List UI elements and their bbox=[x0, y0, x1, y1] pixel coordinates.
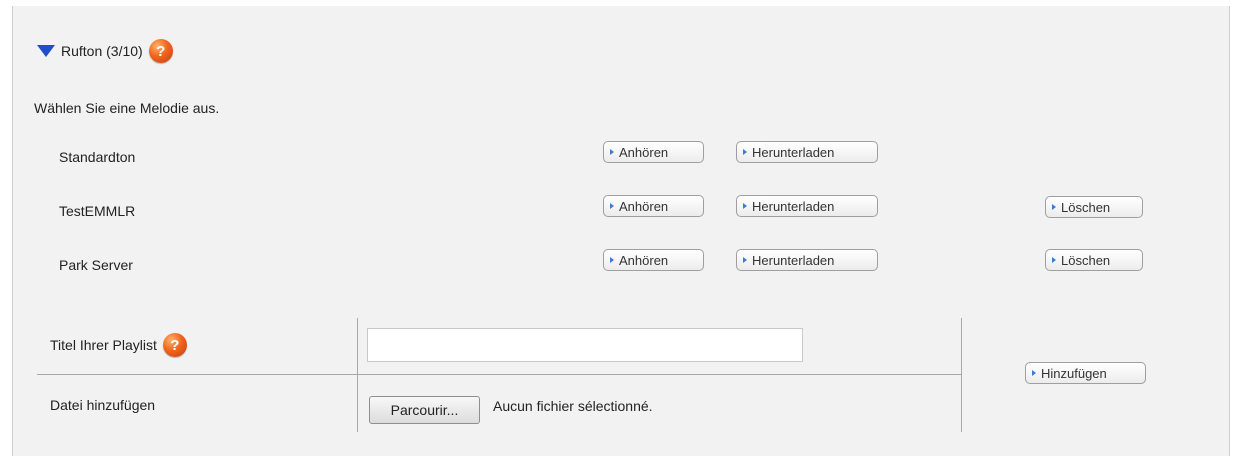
form-divider-right bbox=[961, 318, 962, 432]
ringtone-section-header[interactable]: Rufton (3/10) ? bbox=[37, 36, 173, 66]
download-label: Herunterladen bbox=[752, 144, 835, 160]
help-icon[interactable]: ? bbox=[162, 333, 187, 357]
instruction-text: Wählen Sie eine Melodie aus. bbox=[34, 100, 220, 116]
download-button[interactable]: Herunterladen bbox=[736, 195, 878, 217]
listen-button[interactable]: Anhören bbox=[603, 141, 704, 163]
download-button[interactable]: Herunterladen bbox=[736, 141, 878, 163]
download-label: Herunterladen bbox=[752, 198, 835, 214]
arrow-right-icon bbox=[610, 257, 614, 263]
playlist-title-row: Titel Ihrer Playlist ? bbox=[50, 332, 187, 358]
listen-label: Anhören bbox=[619, 252, 669, 268]
add-file-label: Datei hinzufügen bbox=[50, 397, 156, 413]
download-label: Herunterladen bbox=[752, 252, 835, 268]
listen-label: Anhören bbox=[619, 144, 669, 160]
delete-label: Löschen bbox=[1061, 252, 1111, 268]
arrow-right-icon bbox=[743, 257, 747, 263]
add-button[interactable]: Hinzufügen bbox=[1025, 362, 1146, 384]
form-divider-left bbox=[357, 318, 358, 432]
form-divider-horizontal bbox=[37, 374, 961, 375]
arrow-right-icon bbox=[610, 203, 614, 209]
section-title: Rufton (3/10) bbox=[61, 43, 143, 59]
listen-label: Anhören bbox=[619, 198, 669, 214]
no-file-selected-text: Aucun fichier sélectionné. bbox=[493, 398, 653, 414]
ringtone-panel: Rufton (3/10) ? Wählen Sie eine Melodie … bbox=[12, 6, 1230, 456]
ringtone-name: TestEMMLR bbox=[59, 203, 136, 219]
add-label: Hinzufügen bbox=[1041, 365, 1107, 381]
delete-button[interactable]: Löschen bbox=[1045, 249, 1143, 271]
download-button[interactable]: Herunterladen bbox=[736, 249, 878, 271]
listen-button[interactable]: Anhören bbox=[603, 249, 704, 271]
arrow-right-icon bbox=[1032, 370, 1036, 376]
arrow-right-icon bbox=[1052, 204, 1056, 210]
help-icon[interactable]: ? bbox=[148, 39, 173, 63]
arrow-right-icon bbox=[610, 149, 614, 155]
arrow-right-icon bbox=[1052, 257, 1056, 263]
collapse-triangle-icon[interactable] bbox=[37, 45, 55, 57]
ringtone-name: Park Server bbox=[59, 257, 133, 273]
listen-button[interactable]: Anhören bbox=[603, 195, 704, 217]
delete-label: Löschen bbox=[1061, 199, 1111, 215]
arrow-right-icon bbox=[743, 149, 747, 155]
arrow-right-icon bbox=[743, 203, 747, 209]
playlist-title-input[interactable] bbox=[367, 328, 803, 362]
delete-button[interactable]: Löschen bbox=[1045, 196, 1143, 218]
browse-button[interactable]: Parcourir... bbox=[369, 396, 480, 424]
playlist-title-label: Titel Ihrer Playlist bbox=[50, 337, 157, 353]
ringtone-name: Standardton bbox=[59, 149, 136, 165]
